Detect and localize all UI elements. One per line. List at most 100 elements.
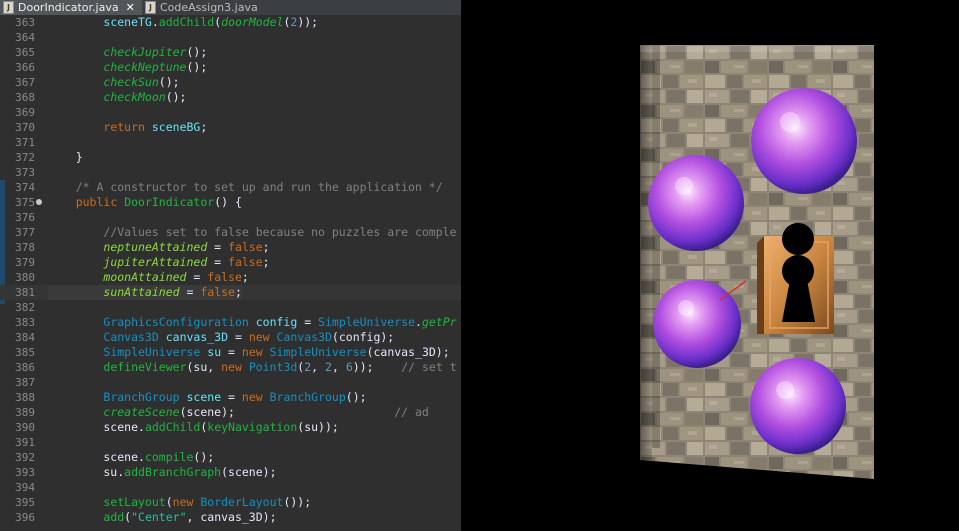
code-area[interactable]: 363 sceneTG.addChild(doorModel(2)); 364 36… [0, 15, 461, 525]
code-text: moonAttained = false; [48, 270, 248, 285]
code-text: createScene(scene); // ad [48, 405, 429, 420]
orb-upper-left[interactable] [648, 155, 744, 251]
code-token: SimpleUniverse [318, 315, 415, 329]
code-editor[interactable]: J DoorIndicator.java ✕ J CodeAssign3.jav… [0, 0, 461, 531]
code-token: sceneTG [103, 15, 152, 29]
orb-lower-left[interactable] [653, 280, 741, 368]
code-token: , [311, 360, 326, 374]
code-token: } [48, 150, 83, 164]
line-number: 379 [15, 256, 35, 269]
code-line[interactable]: 382 [0, 300, 461, 315]
fold-toggle-icon[interactable] [36, 199, 42, 205]
line-number: 366 [15, 61, 35, 74]
code-line[interactable]: 375 public DoorIndicator() { [0, 195, 461, 210]
code-line[interactable]: 368 checkMoon(); [0, 90, 461, 105]
canvas-3d-viewport[interactable] [461, 0, 959, 531]
code-token: //Values set to false because no puzzles… [103, 225, 457, 239]
code-token: GraphicsConfiguration [103, 315, 249, 329]
code-line[interactable]: 367 checkSun(); [0, 75, 461, 90]
code-line[interactable]: 365 checkJupiter(); [0, 45, 461, 60]
code-token: DoorIndicator [124, 195, 215, 209]
code-token: checkSun [103, 75, 159, 89]
code-line[interactable]: 376 [0, 210, 461, 225]
code-line[interactable]: 390 scene.addChild(keyNavigation(su)); [0, 420, 461, 435]
code-line[interactable]: 373 [0, 165, 461, 180]
tab-label: CodeAssign3.java [160, 1, 258, 14]
code-line[interactable]: 392 scene.compile(); [0, 450, 461, 465]
code-line[interactable]: 383 GraphicsConfiguration config = Simpl… [0, 315, 461, 330]
code-line[interactable]: 384 Canvas3D canvas_3D = new Canvas3D(co… [0, 330, 461, 345]
java-file-icon: J [145, 1, 156, 14]
code-line[interactable]: 389 createScene(scene); // ad [0, 405, 461, 420]
code-line[interactable]: 381 sunAttained = false; [0, 285, 461, 300]
code-token: . [151, 15, 159, 29]
java-file-icon: J [3, 1, 14, 14]
code-line[interactable]: 394 [0, 480, 461, 495]
code-token: Canvas3D [276, 330, 332, 344]
code-token: new [248, 330, 270, 344]
code-text: checkJupiter(); [48, 45, 207, 60]
code-line[interactable]: 370 return sceneBG; [0, 120, 461, 135]
code-line[interactable]: 363 sceneTG.addChild(doorModel(2)); [0, 15, 461, 30]
code-text: scene.addChild(keyNavigation(su)); [48, 420, 338, 435]
code-line[interactable]: 385 SimpleUniverse su = new SimpleUniver… [0, 345, 461, 360]
code-token: (scene); [221, 465, 277, 479]
line-number: 396 [15, 511, 35, 524]
orb-top-right[interactable] [751, 88, 857, 194]
line-number: 374 [15, 181, 35, 194]
code-line[interactable]: 366 checkNeptune(); [0, 60, 461, 75]
code-token: BorderLayout [200, 495, 284, 509]
code-token: addBranchGraph [124, 465, 222, 479]
code-line[interactable]: 369 [0, 105, 461, 120]
code-line[interactable]: 364 [0, 30, 461, 45]
code-line[interactable]: 377 //Values set to false because no puz… [0, 225, 461, 240]
code-token: (su, [186, 360, 222, 374]
scene-render [640, 45, 874, 479]
code-line[interactable]: 393 su.addBranchGraph(scene); [0, 465, 461, 480]
line-number: 381 [15, 286, 35, 299]
code-text: return sceneBG; [48, 120, 207, 135]
code-token: Canvas3D [103, 330, 159, 344]
code-text: jupiterAttained = false; [48, 255, 270, 270]
code-token: // set t [401, 360, 457, 374]
code-token: // ad [394, 405, 429, 419]
keyhole-plate[interactable] [757, 223, 834, 334]
code-line[interactable]: 374 /* A constructor to set up and run t… [0, 180, 461, 195]
line-number: 369 [15, 106, 35, 119]
code-token: ; [262, 255, 270, 269]
line-number: 389 [15, 406, 35, 419]
code-line[interactable]: 387 [0, 375, 461, 390]
code-line[interactable]: 388 BranchGroup scene = new BranchGroup(… [0, 390, 461, 405]
close-icon[interactable]: ✕ [126, 1, 135, 14]
line-number: 386 [15, 361, 35, 374]
tab-codeassign3[interactable]: J CodeAssign3.java [142, 0, 267, 15]
code-token: = [207, 240, 229, 254]
code-token: false [200, 285, 235, 299]
tab-doorindicator[interactable]: J DoorIndicator.java ✕ [0, 0, 142, 15]
code-text: neptuneAttained = false; [48, 240, 269, 255]
code-line[interactable]: 379 jupiterAttained = false; [0, 255, 461, 270]
orb-bottom-right[interactable] [750, 358, 846, 454]
code-line[interactable]: 371 [0, 135, 461, 150]
code-line[interactable]: 372 } [0, 150, 461, 165]
line-number: 367 [15, 76, 35, 89]
code-line[interactable]: 395 setLayout(new BorderLayout()); [0, 495, 461, 510]
code-text: } [48, 150, 83, 165]
code-line[interactable]: 386 defineViewer(su, new Point3d(2, 2, 6… [0, 360, 461, 375]
code-token: (); [186, 60, 208, 74]
code-text: GraphicsConfiguration config = SimpleUni… [48, 315, 457, 330]
code-token: getPr [421, 315, 457, 329]
code-line[interactable]: 396 add("Center", canvas_3D); [0, 510, 461, 525]
code-token: doorModel [221, 15, 284, 29]
code-line[interactable]: 380 moonAttained = false; [0, 270, 461, 285]
code-line[interactable]: 378 neptuneAttained = false; [0, 240, 461, 255]
code-line[interactable]: 391 [0, 435, 461, 450]
code-token: = [186, 270, 208, 284]
code-token: SimpleUniverse [103, 345, 201, 359]
code-token: false [228, 255, 263, 269]
